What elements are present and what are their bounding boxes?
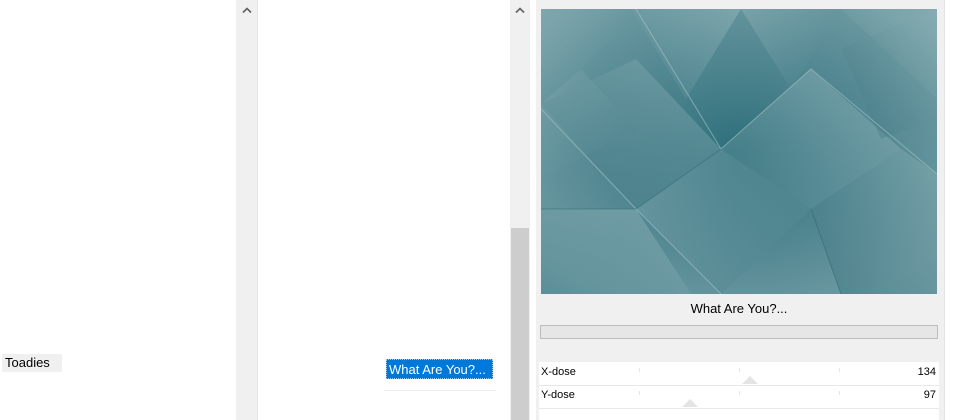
param-label: Y-dose <box>541 389 575 401</box>
window-edge <box>944 0 954 420</box>
preview-title: What Are You?... <box>690 301 788 316</box>
list-row-divider <box>384 390 496 391</box>
chevron-up-icon[interactable] <box>510 0 530 20</box>
param-value: 97 <box>923 389 936 401</box>
panel-divider <box>257 0 263 420</box>
progress-bar <box>540 325 938 339</box>
slider-tick <box>739 368 740 372</box>
parameter-list: X-dose 134 Y-dose 97 <box>539 362 939 420</box>
scrollbar-thumb[interactable] <box>511 228 529 420</box>
preview-image <box>541 9 937 294</box>
filter-scrollbar[interactable] <box>510 0 530 420</box>
param-label: X-dose <box>541 366 576 378</box>
category-scrollbar[interactable] <box>236 0 257 420</box>
slider-tick <box>639 368 640 372</box>
slider-tick <box>839 391 840 395</box>
filter-item-selected[interactable]: What Are You?... <box>386 359 493 379</box>
filter-list[interactable] <box>264 0 510 420</box>
param-row-y-dose[interactable]: Y-dose 97 <box>539 385 939 407</box>
chevron-up-icon[interactable] <box>236 0 257 20</box>
slider-thumb[interactable] <box>682 399 698 407</box>
slider-thumb[interactable] <box>742 376 758 384</box>
param-row-x-dose[interactable]: X-dose 134 <box>539 362 939 384</box>
slider-tick <box>839 368 840 372</box>
param-value: 134 <box>917 366 936 378</box>
param-divider <box>539 408 939 409</box>
slider-tick <box>739 391 740 395</box>
slider-tick <box>639 391 640 395</box>
category-item-selected[interactable]: Toadies <box>2 354 62 372</box>
